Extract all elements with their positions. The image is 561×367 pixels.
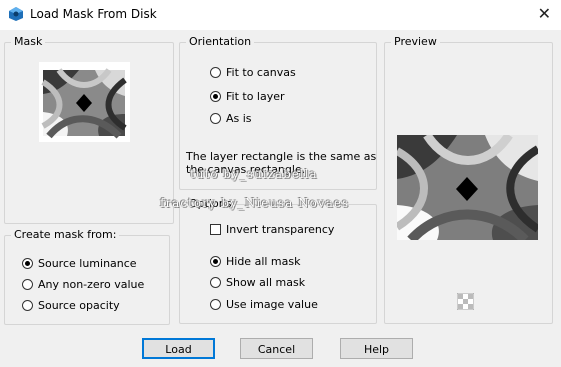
mask-thumbnail[interactable]: [39, 62, 130, 142]
mask-group-label: Mask: [11, 35, 46, 48]
title-bar: Load Mask From Disk ✕: [0, 0, 561, 30]
orientation-label: Orientation: [186, 35, 255, 48]
radio-any-non-zero[interactable]: Any non-zero value: [22, 278, 144, 291]
radio-fit-to-layer[interactable]: Fit to layer: [210, 90, 285, 103]
help-button[interactable]: Help: [340, 338, 413, 359]
window-title: Load Mask From Disk: [30, 7, 157, 21]
radio-label: Source opacity: [38, 299, 120, 312]
radio-label: Show all mask: [226, 276, 306, 289]
radio-indicator: [210, 277, 221, 288]
radio-hide-all-mask[interactable]: Hide all mask: [210, 255, 300, 268]
radio-label: Source luminance: [38, 257, 137, 270]
cancel-button[interactable]: Cancel: [240, 338, 313, 359]
close-icon[interactable]: ✕: [538, 4, 551, 23]
radio-source-luminance[interactable]: Source luminance: [22, 257, 137, 270]
radio-as-is[interactable]: As is: [210, 112, 252, 125]
radio-label: As is: [226, 112, 252, 125]
app-icon: [9, 7, 23, 21]
radio-use-image-value[interactable]: Use image value: [210, 298, 318, 311]
radio-show-all-mask[interactable]: Show all mask: [210, 276, 305, 289]
radio-label: Fit to canvas: [226, 66, 296, 79]
radio-indicator: [210, 67, 221, 78]
preview-render: [394, 132, 541, 244]
radio-indicator: [22, 300, 33, 311]
create-mask-label: Create mask from:: [11, 228, 120, 241]
load-button[interactable]: Load: [142, 338, 215, 359]
radio-indicator: [210, 113, 221, 124]
radio-indicator: [22, 258, 33, 269]
preview-image: [394, 132, 541, 244]
mask-image: [41, 68, 127, 139]
radio-label: Hide all mask: [226, 255, 301, 268]
radio-indicator: [210, 299, 221, 310]
invert-transparency-checkbox[interactable]: Invert transparency: [210, 223, 334, 236]
checkbox-label: Invert transparency: [226, 223, 335, 236]
radio-indicator: [210, 256, 221, 267]
radio-fit-to-canvas[interactable]: Fit to canvas: [210, 66, 296, 79]
radio-source-opacity[interactable]: Source opacity: [22, 299, 120, 312]
watermark-line-2: fractory by_Nieusa Novaes: [160, 196, 350, 210]
radio-indicator: [210, 91, 221, 102]
watermark-line-1: tuto by_suizabella: [190, 167, 318, 181]
radio-indicator: [22, 279, 33, 290]
checkbox-indicator: [210, 224, 221, 235]
radio-label: Fit to layer: [226, 90, 285, 103]
preview-label: Preview: [391, 35, 440, 48]
radio-label: Any non-zero value: [38, 278, 145, 291]
transparency-checker-icon: [457, 293, 474, 310]
radio-label: Use image value: [226, 298, 318, 311]
